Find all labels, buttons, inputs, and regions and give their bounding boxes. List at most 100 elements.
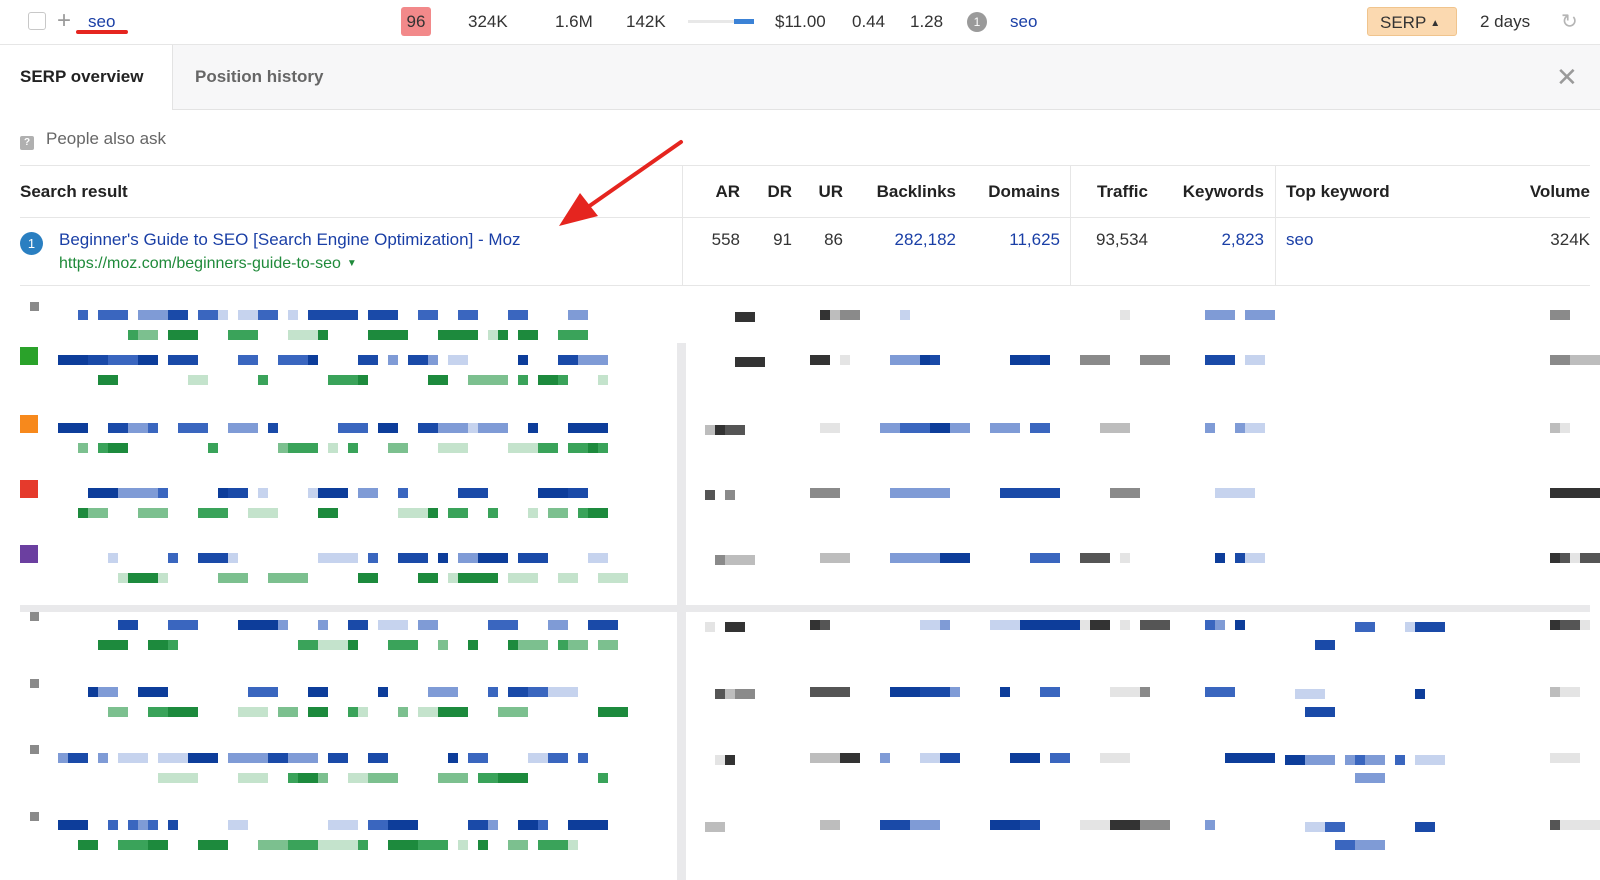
obscured-pixel xyxy=(288,355,308,365)
obscured-pixel xyxy=(940,620,950,630)
refresh-icon[interactable]: ↻ xyxy=(1561,0,1578,44)
th-top-keyword[interactable]: Top keyword xyxy=(1286,166,1390,218)
th-ar[interactable]: AR xyxy=(700,166,740,218)
obscured-pixel xyxy=(518,820,538,830)
cell-top-keyword-link[interactable]: seo xyxy=(1286,230,1313,250)
keyword-link[interactable]: seo xyxy=(88,0,115,44)
obscured-pixel xyxy=(1245,553,1265,563)
obscured-pixel xyxy=(568,640,588,650)
obscured-pixel xyxy=(318,640,348,650)
th-dr[interactable]: DR xyxy=(752,166,792,218)
obscured-pixel xyxy=(368,553,378,563)
obscured-pixel xyxy=(548,620,568,630)
obscured-pixel xyxy=(30,612,39,621)
obscured-pixel xyxy=(1110,820,1140,830)
obscured-pixel xyxy=(1415,622,1445,632)
obscured-pixel xyxy=(138,355,158,365)
obscured-pixel xyxy=(68,753,88,763)
plus-icon[interactable]: + xyxy=(57,0,71,44)
obscured-pixel xyxy=(950,687,960,697)
obscured-pixel xyxy=(548,687,578,697)
obscured-pixel xyxy=(98,375,118,385)
obscured-pixel xyxy=(288,773,298,783)
obscured-pixel xyxy=(248,508,278,518)
obscured-pixel xyxy=(840,355,850,365)
th-keywords[interactable]: Keywords xyxy=(1168,166,1264,218)
parent-topic-link[interactable]: seo xyxy=(1010,0,1037,44)
th-volume[interactable]: Volume xyxy=(1500,166,1590,218)
th-search-result[interactable]: Search result xyxy=(20,166,128,218)
obscured-pixel xyxy=(588,443,598,453)
obscured-pixel xyxy=(538,820,548,830)
obscured-pixel xyxy=(890,553,920,563)
tab-serp-overview[interactable]: SERP overview xyxy=(0,45,173,110)
obscured-pixel xyxy=(58,355,88,365)
global-volume-value: 1.6M xyxy=(555,12,593,31)
obscured-pixel xyxy=(148,640,168,650)
obscured-pixel xyxy=(1550,355,1570,365)
obscured-pixel xyxy=(308,707,328,717)
obscured-pixel xyxy=(398,553,428,563)
obscured-pixel xyxy=(118,620,138,630)
obscured-pixel xyxy=(358,707,368,717)
serp-toggle-button[interactable]: SERP ▲ xyxy=(1367,7,1457,36)
caret-down-icon[interactable]: ▼ xyxy=(347,258,357,269)
obscured-pixel xyxy=(58,423,88,433)
obscured-pixel xyxy=(368,310,398,320)
obscured-pixel xyxy=(1295,689,1325,699)
obscured-pixel xyxy=(1235,423,1245,433)
cell-backlinks-link[interactable]: 282,182 xyxy=(860,230,956,250)
obscured-pixel xyxy=(98,310,128,320)
obscured-pixel xyxy=(228,330,258,340)
obscured-pixel xyxy=(108,443,128,453)
obscured-pixel xyxy=(78,310,88,320)
cell-ur: 86 xyxy=(824,230,843,249)
obscured-pixel xyxy=(408,355,428,365)
obscured-pixel xyxy=(318,488,348,498)
people-also-ask[interactable]: ? People also ask xyxy=(20,124,166,154)
obscured-pixel xyxy=(168,820,178,830)
obscured-pixel xyxy=(558,355,578,365)
th-backlinks[interactable]: Backlinks xyxy=(860,166,956,218)
obscured-pixel xyxy=(538,375,558,385)
obscured-pixel xyxy=(598,375,608,385)
obscured-pixel xyxy=(1550,310,1570,320)
result-count-badge[interactable]: 1 xyxy=(967,12,987,32)
obscured-pixel xyxy=(1215,488,1235,498)
obscured-pixel xyxy=(830,310,840,320)
select-checkbox[interactable] xyxy=(28,12,46,30)
obscured-pixel xyxy=(328,753,348,763)
th-domains[interactable]: Domains xyxy=(970,166,1060,218)
obscured-pixel xyxy=(488,330,498,340)
obscured-pixel xyxy=(810,687,830,697)
obscured-pixel xyxy=(298,773,318,783)
obscured-pixel xyxy=(218,573,248,583)
obscured-pixel xyxy=(588,620,618,630)
obscured-pixel xyxy=(188,753,218,763)
tab-bar: SERP overview Position history ✕ xyxy=(0,45,1600,110)
volume-value: 324K xyxy=(468,12,508,31)
close-icon[interactable]: ✕ xyxy=(1556,45,1578,109)
cell-domains-link[interactable]: 11,625 xyxy=(970,230,1060,250)
th-ur[interactable]: UR xyxy=(803,166,843,218)
result-title-link[interactable]: Beginner's Guide to SEO [Search Engine O… xyxy=(59,230,521,250)
obscured-pixel xyxy=(378,423,398,433)
obscured-pixel xyxy=(518,707,528,717)
tab-position-history[interactable]: Position history xyxy=(175,45,343,109)
obscured-pixel xyxy=(358,840,368,850)
obscured-pixel xyxy=(1305,755,1335,765)
obscured-pixel xyxy=(1010,753,1040,763)
obscured-pixel xyxy=(1110,687,1140,697)
question-icon: ? xyxy=(20,136,34,150)
obscured-pixel xyxy=(458,330,478,340)
obscured-pixel xyxy=(890,488,920,498)
cell-keywords-link[interactable]: 2,823 xyxy=(1168,230,1264,250)
result-url-link[interactable]: https://moz.com/beginners-guide-to-seo ▼ xyxy=(59,255,357,273)
obscured-pixel xyxy=(268,753,288,763)
obscured-pixel xyxy=(725,689,735,699)
obscured-pixel xyxy=(810,355,830,365)
obscured-pixel xyxy=(568,310,578,320)
th-traffic[interactable]: Traffic xyxy=(1078,166,1148,218)
cell-traffic: 93,534 xyxy=(1096,230,1148,249)
obscured-pixel xyxy=(318,553,338,563)
